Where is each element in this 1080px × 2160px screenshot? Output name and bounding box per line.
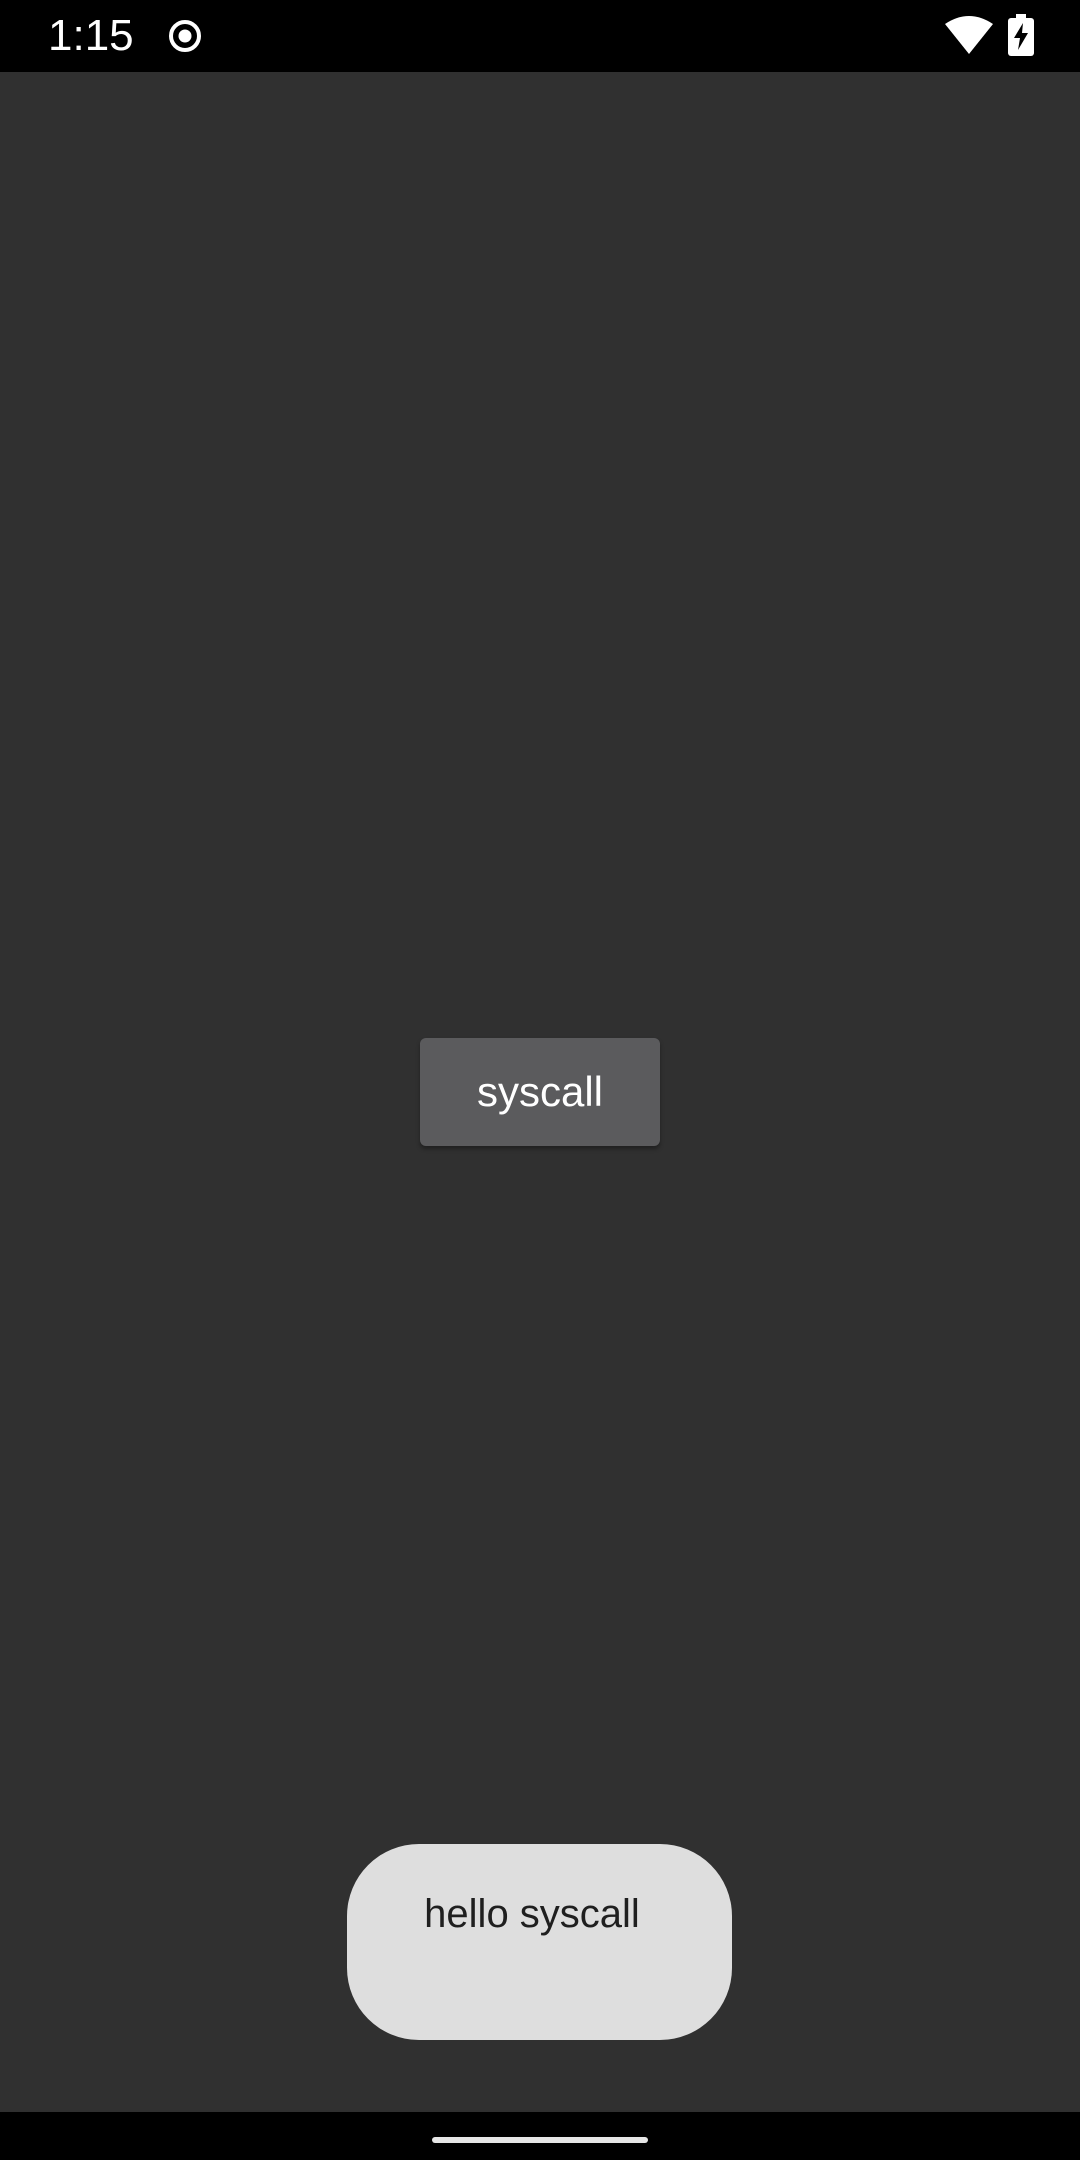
syscall-button-label: syscall — [476, 1068, 604, 1115]
navigation-bar — [0, 2112, 1080, 2160]
status-time: 1:15 — [48, 11, 134, 60]
wifi-icon — [944, 16, 994, 56]
home-gesture-handle[interactable] — [432, 2137, 648, 2143]
battery-charging-icon — [1008, 14, 1034, 56]
toast-message: hello syscall — [424, 1892, 640, 1936]
status-bar: 1:15 — [0, 0, 1080, 72]
toast: hello syscall — [347, 1844, 732, 2040]
record-icon — [168, 19, 202, 53]
syscall-button[interactable]: syscall — [420, 1038, 660, 1146]
